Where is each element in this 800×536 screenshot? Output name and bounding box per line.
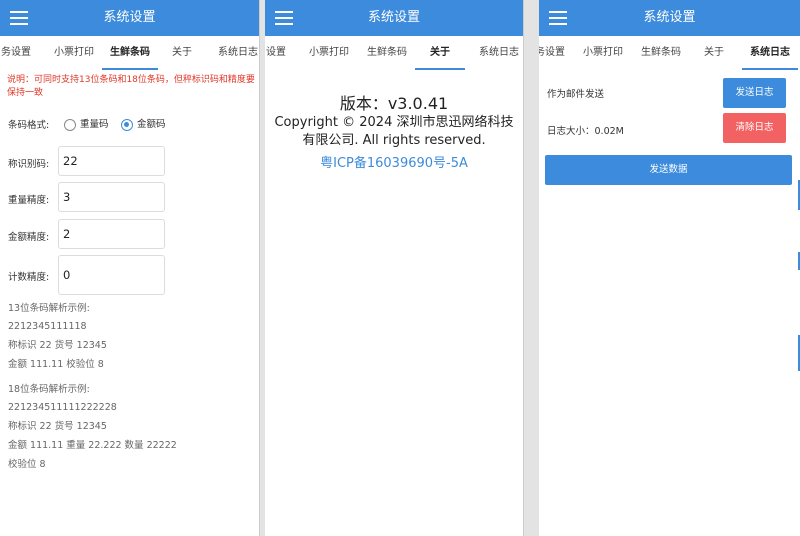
clear-log-button[interactable]: 清除日志	[723, 113, 786, 143]
tab-business-settings[interactable]: 务设置	[0, 36, 38, 70]
app-title: 系统设置	[103, 10, 156, 25]
tab-fresh-barcode[interactable]: 生鲜条码	[633, 36, 689, 70]
tab-about[interactable]: 关于	[162, 36, 202, 70]
app-bar: 系统设置	[0, 0, 259, 36]
barcode-note: 说明：可同时支持13位条码和18位条码，但秤标识码和精度要保持一致	[7, 75, 255, 98]
scale-id-input[interactable]: 22	[58, 146, 165, 176]
email-send-label: 作为邮件发送	[547, 89, 605, 100]
example13-title: 13位条码解析示例:	[8, 303, 90, 314]
example18-code: 221234511111222228	[8, 402, 117, 413]
app-title: 系统设置	[367, 10, 420, 25]
tab-bar: 设置 小票打印 生鲜条码 关于 系统日志	[265, 36, 523, 70]
scale-id-label: 称识别码:	[8, 159, 50, 170]
radio-checked-icon	[121, 118, 133, 131]
barcode-settings-panel: 系统设置 务设置 小票打印 生鲜条码 关于 系统日志 说明：可同时支持13位条码…	[0, 0, 260, 536]
tab-receipt-print[interactable]: 小票打印	[575, 36, 631, 70]
amount-precision-label: 金额精度:	[8, 232, 50, 243]
tab-business-settings[interactable]: 设置	[265, 36, 293, 70]
example13-line1: 称标识 22 货号 12345	[8, 340, 107, 351]
system-log-panel: 系统设置 务设置 小票打印 生鲜条码 关于 系统日志 作为邮件发送 发送日志 日…	[539, 0, 800, 536]
weight-precision-label: 重量精度:	[8, 195, 50, 206]
tab-bar: 务设置 小票打印 生鲜条码 关于 系统日志	[0, 36, 259, 70]
example18-line3: 校验位 8	[8, 459, 46, 470]
example18-title: 18位条码解析示例:	[8, 384, 90, 395]
barcode-format-label: 条码格式:	[8, 120, 50, 131]
weight-precision-input[interactable]: 3	[58, 182, 165, 212]
radio-weight-code[interactable]: 重量码	[64, 116, 109, 131]
example18-line1: 称标识 22 货号 12345	[8, 421, 107, 432]
tab-bar: 务设置 小票打印 生鲜条码 关于 系统日志	[539, 36, 800, 70]
tab-fresh-barcode[interactable]: 生鲜条码	[359, 36, 415, 70]
tab-receipt-print[interactable]: 小票打印	[301, 36, 357, 70]
tab-receipt-print[interactable]: 小票打印	[46, 36, 102, 70]
tab-system-log[interactable]: 系统日志	[471, 36, 523, 70]
example18-line2: 金额 111.11 重量 22.222 数量 22222	[8, 440, 177, 451]
log-content: 作为邮件发送 发送日志 日志大小：0.02M 清除日志 发送数据	[539, 70, 800, 536]
icp-link[interactable]: 粤ICP备16039690号-5A	[265, 152, 523, 171]
radio-amount-label: 金额码	[137, 119, 166, 130]
example13-code: 2212345111118	[8, 321, 87, 332]
tab-business-settings[interactable]: 务设置	[539, 36, 567, 70]
count-precision-label: 计数精度:	[8, 272, 50, 283]
copyright-text: Copyright © 2024 深圳市思迅网络科技有限公司. All righ…	[274, 115, 514, 148]
tab-system-log[interactable]: 系统日志	[210, 36, 259, 70]
radio-weight-label: 重量码	[80, 119, 109, 130]
tab-about[interactable]: 关于	[415, 36, 465, 70]
app-bar: 系统设置	[539, 0, 800, 36]
radio-amount-code[interactable]: 金额码	[121, 116, 166, 131]
log-size-label: 日志大小：0.02M	[547, 126, 624, 137]
app-title: 系统设置	[643, 10, 696, 25]
send-data-button[interactable]: 发送数据	[545, 155, 792, 185]
send-log-button[interactable]: 发送日志	[723, 78, 786, 108]
about-panel: 系统设置 设置 小票打印 生鲜条码 关于 系统日志 版本：v3.0.41 Cop…	[265, 0, 524, 536]
radio-unchecked-icon	[64, 118, 76, 131]
amount-precision-input[interactable]: 2	[58, 219, 165, 249]
tab-fresh-barcode[interactable]: 生鲜条码	[102, 36, 158, 70]
version-text: 版本：v3.0.41	[339, 94, 449, 113]
tab-system-log[interactable]: 系统日志	[742, 36, 798, 70]
count-precision-input[interactable]: 0	[58, 255, 165, 295]
barcode-content: 说明：可同时支持13位条码和18位条码，但秤标识码和精度要保持一致 条码格式: …	[0, 70, 259, 536]
tab-about[interactable]: 关于	[694, 36, 734, 70]
example13-line2: 金额 111.11 校验位 8	[8, 359, 104, 370]
app-bar: 系统设置	[265, 0, 523, 36]
